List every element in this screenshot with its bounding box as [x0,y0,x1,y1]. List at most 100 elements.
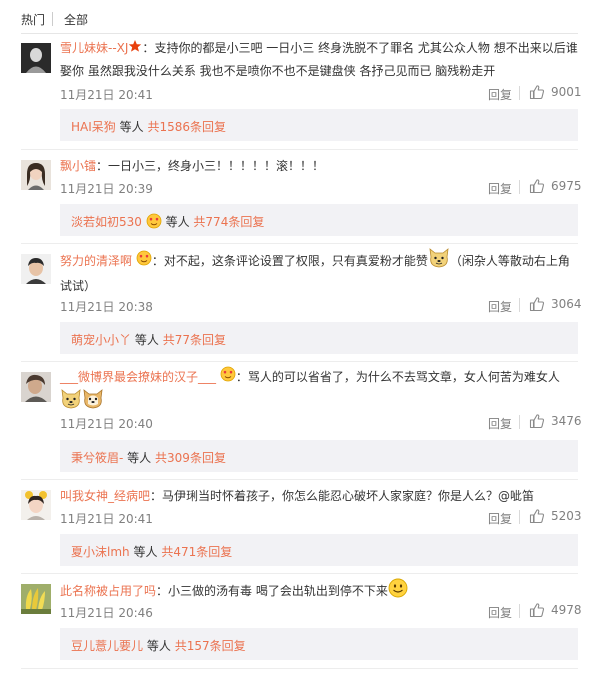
smiley-emoji-icon [388,578,408,605]
sub-reply-people: 等人 [146,639,171,653]
like-count: 3476 [551,414,582,428]
sub-reply-box[interactable]: 秉兮筱眉- 等人 共309条回复 [60,440,578,472]
dog-emoji-icon [82,389,104,416]
sub-reply-box[interactable]: 萌宠小小丫 等人 共77条回复 [60,322,578,354]
sub-reply-people: 等人 [127,451,152,465]
action-divider [519,510,520,524]
sub-reply-total[interactable]: 共309条回复 [155,451,226,465]
username[interactable]: 飘小镭 [60,159,96,173]
sub-reply-user[interactable]: 萌宠小小丫 [71,333,131,347]
tab-hot[interactable]: 热门 [21,11,45,28]
like-count: 5203 [551,509,582,523]
avatar[interactable] [21,43,51,73]
reply-button[interactable]: 回复 [488,415,512,432]
sub-reply-people: 等人 [133,545,158,559]
avatar[interactable] [21,160,51,190]
reply-button[interactable]: 回复 [488,510,512,527]
total-prefix: 共 [162,333,175,347]
comment-divider [21,243,578,244]
sub-reply-total[interactable]: 共471条回复 [161,545,232,559]
sub-reply-total[interactable]: 共774条回复 [193,215,264,229]
username[interactable]: 雪儿妹妹--XJ [60,41,128,55]
action-divider [519,298,520,312]
comment-text: 骂人的可以省省了，为什么不去骂文章，女人何苦为难女人 [247,370,560,384]
sub-reply-user[interactable]: 夏小沫lmh [71,545,130,559]
action-divider [519,604,520,618]
thumbs-up-icon [529,414,545,429]
comment-divider [21,149,578,150]
total-prefix: 共 [193,215,206,229]
comment-time: 11月21日 20:41 [60,512,153,526]
sub-reply-box[interactable]: 豆儿薏儿要儿 等人 共157条回复 [60,628,578,660]
tab-all[interactable]: 全部 [64,11,88,28]
heart-eyes-emoji-icon [220,366,236,389]
sub-reply-user[interactable]: 豆儿薏儿要儿 [71,639,143,653]
total-suffix: 条回复 [189,333,226,347]
username[interactable]: 叫我女神_经病吧 [60,489,150,503]
comment-text-block: 飘小镭：一日小三，终身小三！！！！！滚！！！ [60,155,580,177]
total-prefix: 共 [147,120,160,134]
reply-button[interactable]: 回复 [488,298,512,315]
doge-emoji-icon [60,389,82,416]
sub-reply-count: 157 [186,639,210,653]
sub-reply-total[interactable]: 共1586条回复 [147,120,226,134]
username[interactable]: ___微博界最会撩妹的汉子___ [60,370,216,384]
comment-text-block: 努力的清泽啊 ：对不起，这条评论设置了权限，只有真爱粉才能赞 （闲杂人等散动右上角… [60,248,580,297]
total-suffix: 条回复 [196,545,233,559]
sub-reply-people: 等人 [165,215,190,229]
action-divider [519,415,520,429]
comment-text: 马伊琍当时怀着孩子，你怎么能忍心破坏人家家庭？你是人么？@呲笛 [162,489,535,503]
comment-text: 一日小三，终身小三！！！！！滚！！！ [108,159,325,173]
comment-divider [21,668,578,669]
sub-reply-user[interactable]: 淡若如初530 [71,215,142,229]
sub-reply-summary: 秉兮筱眉- 等人 共309条回复 [71,449,226,466]
sub-reply-box[interactable]: 夏小沫lmh 等人 共471条回复 [60,534,578,566]
comment-time: 11月21日 20:40 [60,417,153,431]
username[interactable]: 努力的清泽啊 [60,254,132,268]
reply-button[interactable]: 回复 [488,86,512,103]
sub-reply-box[interactable]: 淡若如初530 等人 共774条回复 [60,204,578,236]
sub-reply-count: 471 [173,545,197,559]
sub-reply-user[interactable]: 秉兮筱眉- [71,451,123,465]
avatar[interactable] [21,372,51,402]
sub-reply-summary: 夏小沫lmh 等人 共471条回复 [71,543,232,560]
sub-reply-total[interactable]: 共157条回复 [175,639,246,653]
action-divider [519,86,520,100]
thumbs-up-icon [529,297,545,312]
avatar[interactable] [21,254,51,284]
doge-emoji-icon [428,248,450,275]
thumbs-up-icon [529,179,545,194]
comment-text: 对不起，这条评论设置了权限，只有真爱粉才能赞 [163,254,428,268]
tabs-divider [21,33,578,34]
like-count: 9001 [551,85,582,99]
username[interactable]: 此名称被占用了吗 [60,584,156,598]
reply-button[interactable]: 回复 [488,604,512,621]
total-suffix: 条回复 [189,451,226,465]
like-count: 4978 [551,603,582,617]
comment-divider [21,573,578,574]
sub-reply-people: 等人 [119,120,144,134]
reply-button[interactable]: 回复 [488,180,512,197]
thumbs-up-icon [529,603,545,618]
total-prefix: 共 [155,451,168,465]
comment-text-block: 叫我女神_经病吧：马伊琍当时怀着孩子，你怎么能忍心破坏人家家庭？你是人么？@呲笛 [60,485,580,507]
sub-reply-total[interactable]: 共77条回复 [163,333,226,347]
colon: ： [150,489,163,503]
sub-reply-count: 774 [205,215,229,229]
colon: ： [235,370,248,384]
sub-reply-people: 等人 [134,333,159,347]
like-count: 6975 [551,179,582,193]
sub-reply-user[interactable]: HAI呆狗 [71,120,116,134]
total-prefix: 共 [174,639,187,653]
comment-text-block: 此名称被占用了吗：小三做的汤有毒 喝了会出轨出到停不下来 [60,578,580,605]
avatar[interactable] [21,490,51,520]
comment-time: 11月21日 20:46 [60,606,153,620]
sub-reply-summary: 萌宠小小丫 等人 共77条回复 [71,331,226,348]
total-suffix: 条回复 [228,215,265,229]
sub-reply-box[interactable]: HAI呆狗 等人 共1586条回复 [60,109,578,141]
sub-reply-count: 1586 [159,120,191,134]
heart-eyes-emoji-icon [146,213,162,232]
action-divider [519,180,520,194]
total-suffix: 条回复 [190,120,227,134]
avatar[interactable] [21,584,51,614]
